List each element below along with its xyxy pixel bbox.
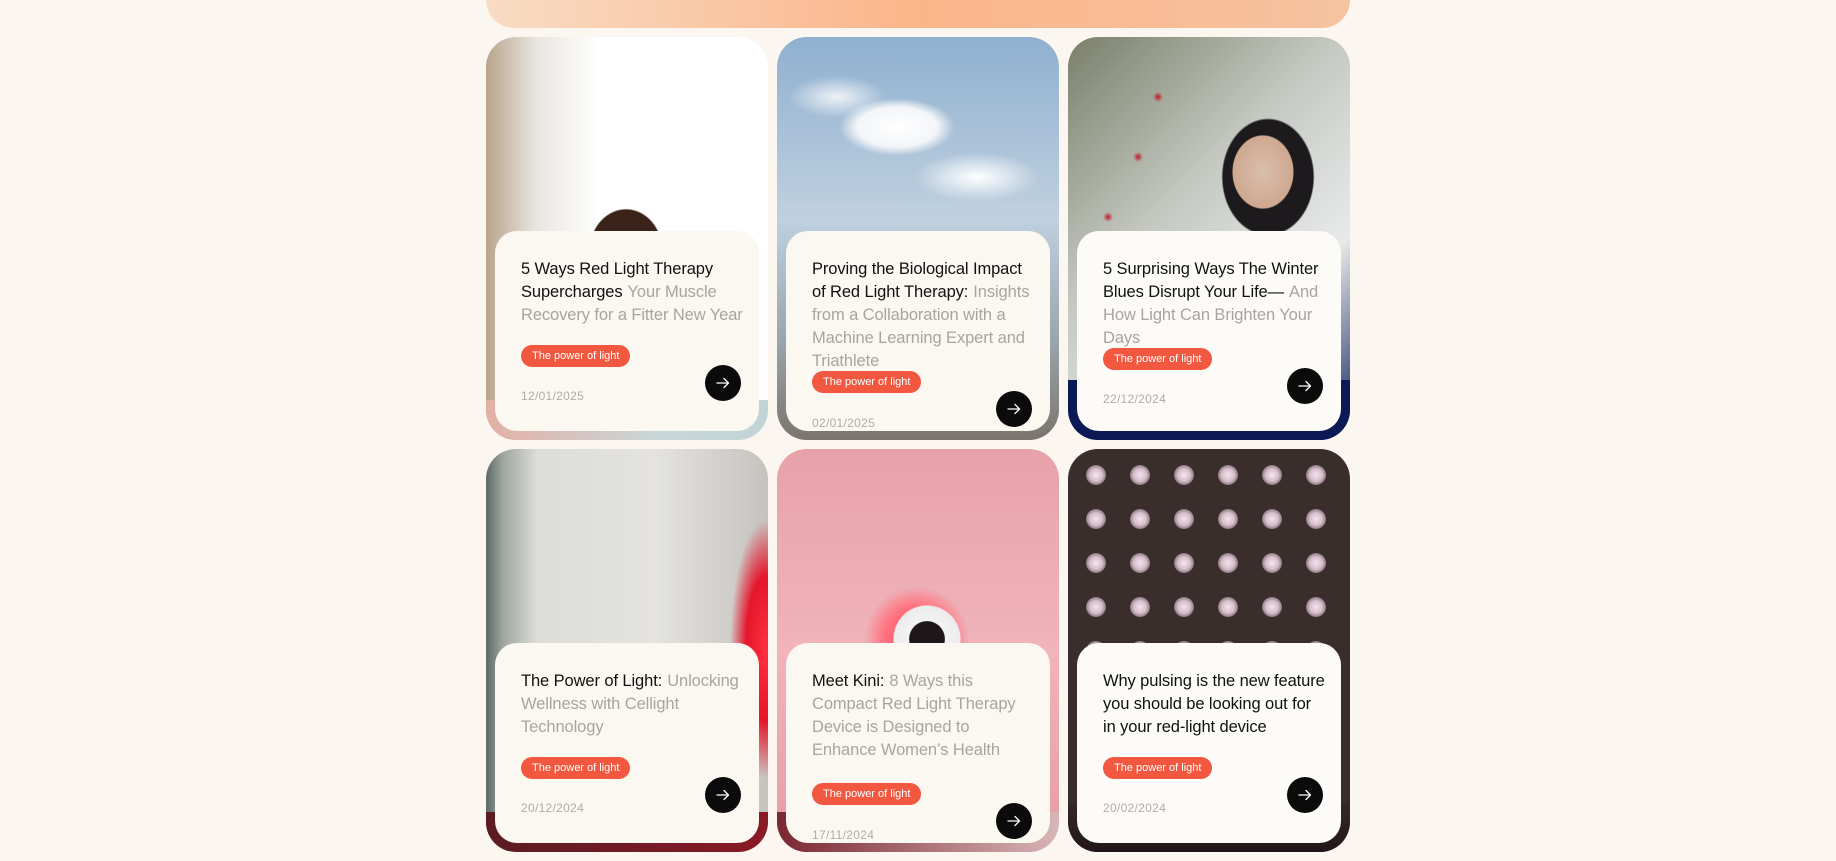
card-content: The Power of Light: Unlocking Wellness wi… <box>495 643 759 843</box>
category-tag[interactable]: The power of light <box>521 345 631 367</box>
read-more-button[interactable] <box>705 365 741 401</box>
arrow-right-icon <box>1007 403 1021 415</box>
card-title[interactable]: 5 Ways Red Light Therapy Supercharges You… <box>521 258 745 327</box>
post-date: 17/11/2024 <box>812 828 875 842</box>
card-content: Why pulsing is the new feature you shoul… <box>1077 643 1341 843</box>
blog-card[interactable]: 5 Ways Red Light Therapy Supercharges You… <box>486 37 768 440</box>
blog-card[interactable]: 5 Surprising Ways The Winter Blues Disru… <box>1068 37 1350 440</box>
card-content: Proving the Biological Impact of Red Lig… <box>786 231 1050 431</box>
blog-card[interactable]: Meet Kini: 8 Ways this Compact Red Light … <box>777 449 1059 852</box>
card-title-lead: Meet Kini: <box>812 672 885 690</box>
card-title-lead: Why pulsing is the new feature you shoul… <box>1103 672 1325 736</box>
post-date: 12/01/2025 <box>521 389 585 403</box>
read-more-button[interactable] <box>1287 777 1323 813</box>
post-date: 20/02/2024 <box>1103 801 1167 815</box>
card-content: Meet Kini: 8 Ways this Compact Red Light … <box>786 643 1050 843</box>
read-more-button[interactable] <box>996 803 1032 839</box>
arrow-right-icon <box>716 377 730 389</box>
blog-card[interactable]: Proving the Biological Impact of Red Lig… <box>777 37 1059 440</box>
post-date: 20/12/2024 <box>521 801 585 815</box>
card-content: 5 Ways Red Light Therapy Supercharges You… <box>495 231 759 431</box>
category-tag[interactable]: The power of light <box>521 757 631 779</box>
card-title-lead: 5 Surprising Ways The Winter Blues Disru… <box>1103 260 1319 301</box>
card-content: 5 Surprising Ways The Winter Blues Disru… <box>1077 231 1341 431</box>
card-title[interactable]: The Power of Light: Unlocking Wellness wi… <box>521 670 745 739</box>
card-title[interactable]: Proving the Biological Impact of Red Lig… <box>812 258 1036 373</box>
card-title[interactable]: Meet Kini: 8 Ways this Compact Red Light … <box>812 670 1036 762</box>
category-tag[interactable]: The power of light <box>1103 348 1213 370</box>
post-date: 02/01/2025 <box>812 416 876 430</box>
blog-card[interactable]: The Power of Light: Unlocking Wellness wi… <box>486 449 768 852</box>
arrow-right-icon <box>1007 815 1021 827</box>
read-more-button[interactable] <box>705 777 741 813</box>
top-banner <box>486 0 1350 28</box>
blog-card[interactable]: Why pulsing is the new feature you shoul… <box>1068 449 1350 852</box>
post-date: 22/12/2024 <box>1103 392 1167 406</box>
arrow-right-icon <box>1298 789 1312 801</box>
read-more-button[interactable] <box>1287 368 1323 404</box>
category-tag[interactable]: The power of light <box>812 371 922 393</box>
arrow-right-icon <box>1298 380 1312 392</box>
card-title[interactable]: 5 Surprising Ways The Winter Blues Disru… <box>1103 258 1327 350</box>
card-title[interactable]: Why pulsing is the new feature you shoul… <box>1103 670 1327 739</box>
category-tag[interactable]: The power of light <box>812 783 922 805</box>
category-tag[interactable]: The power of light <box>1103 757 1213 779</box>
blog-card-grid: 5 Ways Red Light Therapy Supercharges You… <box>486 37 1350 852</box>
read-more-button[interactable] <box>996 391 1032 427</box>
arrow-right-icon <box>716 789 730 801</box>
card-title-lead: The Power of Light: <box>521 672 663 690</box>
